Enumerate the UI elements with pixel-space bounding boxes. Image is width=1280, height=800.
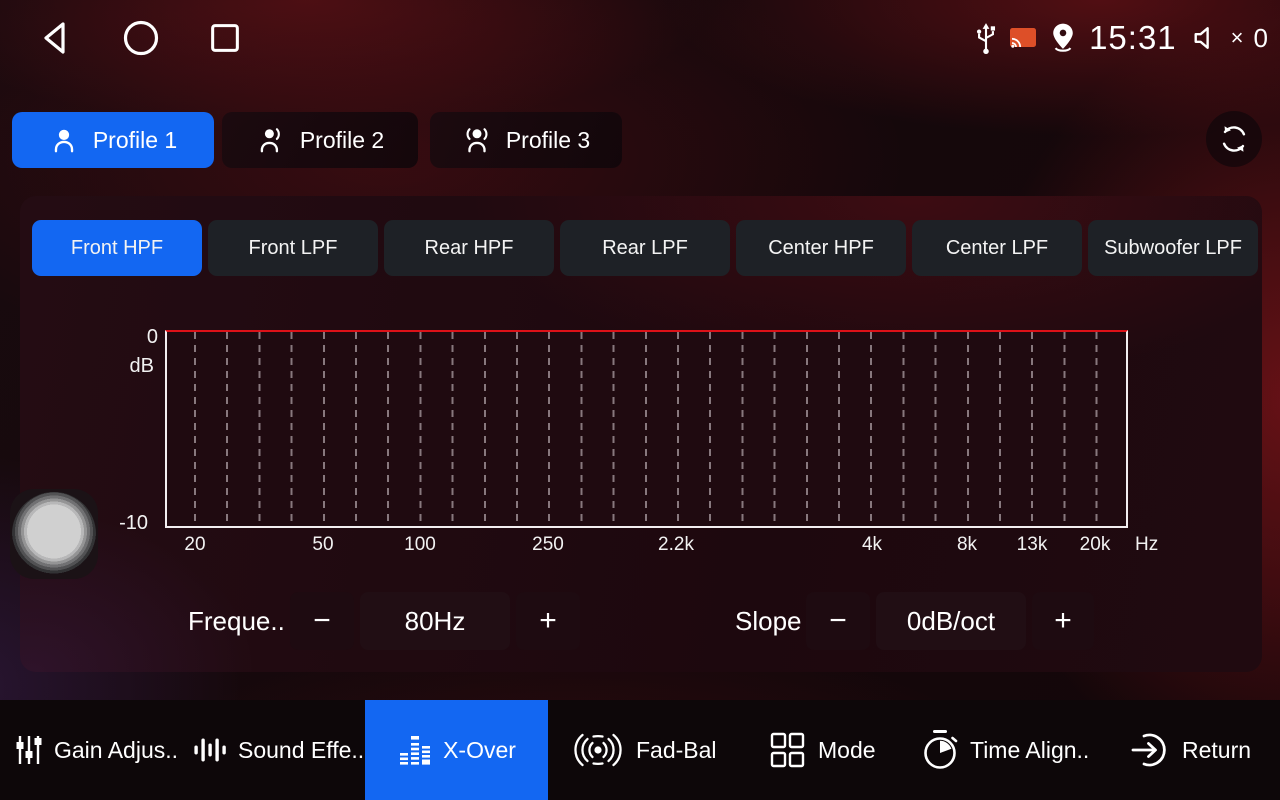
profile-3-label: Profile 3 [506, 127, 590, 154]
profile-1-label: Profile 1 [93, 127, 177, 154]
x-tick-20: 20 [184, 534, 205, 556]
refresh-icon [1217, 122, 1251, 156]
status-indicators: 15:31 × 0 [973, 0, 1268, 76]
x-tick-13k: 13k [1017, 534, 1048, 556]
tab-label: Rear LPF [602, 237, 688, 260]
tab-label: Front LPF [249, 237, 338, 260]
tab-label: Subwoofer LPF [1104, 237, 1242, 260]
x-tick-50: 50 [312, 534, 333, 556]
x-tick-250: 250 [532, 534, 564, 556]
tab-rear-lpf[interactable]: Rear LPF [560, 220, 730, 276]
recents-icon [206, 19, 244, 57]
frequency-label: Freque.. [188, 592, 285, 650]
tab-label: Center HPF [768, 237, 874, 260]
back-icon [36, 18, 76, 58]
tab-label: Rear HPF [425, 237, 514, 260]
minus-icon: − [829, 604, 847, 638]
nav-label: Return [1182, 737, 1251, 764]
frequency-minus-button[interactable]: − [290, 592, 354, 650]
time-align-clock-icon [920, 728, 960, 772]
usb-icon [973, 21, 999, 55]
sound-effect-wave-icon [192, 735, 228, 765]
return-arrow-icon [1130, 731, 1172, 769]
nav-label: Time Align.. [970, 737, 1089, 764]
chart-gridlines [167, 332, 1126, 526]
nav-label: Gain Adjus.. [54, 737, 178, 764]
profile-3-user-icon [462, 125, 492, 155]
nav-fad-bal[interactable]: Fad-Bal [570, 700, 717, 800]
frequency-value: 80Hz [360, 592, 510, 650]
frequency-plus-button[interactable]: + [516, 592, 580, 650]
fad-bal-speaker-icon [570, 728, 626, 772]
volume-level: 0 [1254, 23, 1268, 54]
clock: 15:31 [1089, 19, 1177, 57]
slope-value: 0dB/oct [876, 592, 1026, 650]
plus-icon: + [539, 604, 557, 638]
x-tick-4k: 4k [862, 534, 882, 556]
nav-gain-adjust[interactable]: Gain Adjus.. [14, 700, 178, 800]
x-axis-unit: Hz [1135, 534, 1158, 556]
tab-subwoofer-lpf[interactable]: Subwoofer LPF [1088, 220, 1258, 276]
profile-2-button[interactable]: Profile 2 [222, 112, 418, 168]
xover-panel: Front HPF Front LPF Rear HPF Rear LPF Ce… [20, 196, 1262, 672]
x-tick-2k2: 2.2k [658, 534, 694, 556]
nav-sound-effect[interactable]: Sound Effe.. [192, 700, 364, 800]
x-tick-20k: 20k [1080, 534, 1111, 556]
mute-symbol: × [1231, 25, 1244, 51]
x-tick-100: 100 [404, 534, 436, 556]
home-button[interactable] [119, 16, 163, 60]
xover-eq-icon [397, 733, 433, 767]
sync-profiles-button[interactable] [1206, 111, 1262, 167]
tab-label: Front HPF [71, 237, 163, 260]
frequency-response-chart [165, 330, 1128, 528]
x-tick-8k: 8k [957, 534, 977, 556]
nav-label: Fad-Bal [636, 737, 717, 764]
nav-label: Mode [818, 737, 876, 764]
slope-plus-button[interactable]: + [1032, 592, 1094, 650]
slope-label: Slope [735, 592, 802, 650]
tab-rear-hpf[interactable]: Rear HPF [384, 220, 554, 276]
head-unit-screen: 15:31 × 0 Profile 1 Profile 2 Profile 3 [0, 0, 1280, 800]
rotary-knob-cap [12, 492, 96, 576]
home-icon [121, 18, 161, 58]
tab-front-lpf[interactable]: Front LPF [208, 220, 378, 276]
cast-icon [1009, 26, 1037, 50]
nav-mode[interactable]: Mode [766, 700, 876, 800]
mode-grid-icon [766, 731, 808, 769]
tab-label: Center LPF [946, 237, 1048, 260]
back-button[interactable] [34, 16, 78, 60]
location-icon [1047, 21, 1079, 55]
bottom-nav-bar: Gain Adjus.. Sound Effe.. [0, 700, 1280, 800]
y-tick-minus10: -10 [92, 512, 148, 535]
profile-1-user-icon [49, 125, 79, 155]
tab-center-lpf[interactable]: Center LPF [912, 220, 1082, 276]
slope-minus-button[interactable]: − [806, 592, 870, 650]
tab-front-hpf[interactable]: Front HPF [32, 220, 202, 276]
y-axis-unit: dB [98, 355, 154, 378]
y-tick-0: 0 [102, 326, 158, 349]
recents-button[interactable] [203, 16, 247, 60]
tab-center-hpf[interactable]: Center HPF [736, 220, 906, 276]
profile-2-label: Profile 2 [300, 127, 384, 154]
nav-time-align[interactable]: Time Align.. [920, 700, 1089, 800]
rotary-knob[interactable] [10, 489, 98, 579]
nav-label: X-Over [443, 737, 516, 764]
minus-icon: − [313, 604, 331, 638]
plus-icon: + [1054, 604, 1072, 638]
volume-muted-icon [1193, 26, 1219, 50]
gain-sliders-icon [14, 733, 44, 767]
profile-3-button[interactable]: Profile 3 [430, 112, 622, 168]
nav-label: Sound Effe.. [238, 737, 364, 764]
nav-x-over[interactable]: X-Over [365, 700, 548, 800]
profile-1-button[interactable]: Profile 1 [12, 112, 214, 168]
nav-return[interactable]: Return [1130, 700, 1251, 800]
profile-2-user-icon [256, 125, 286, 155]
